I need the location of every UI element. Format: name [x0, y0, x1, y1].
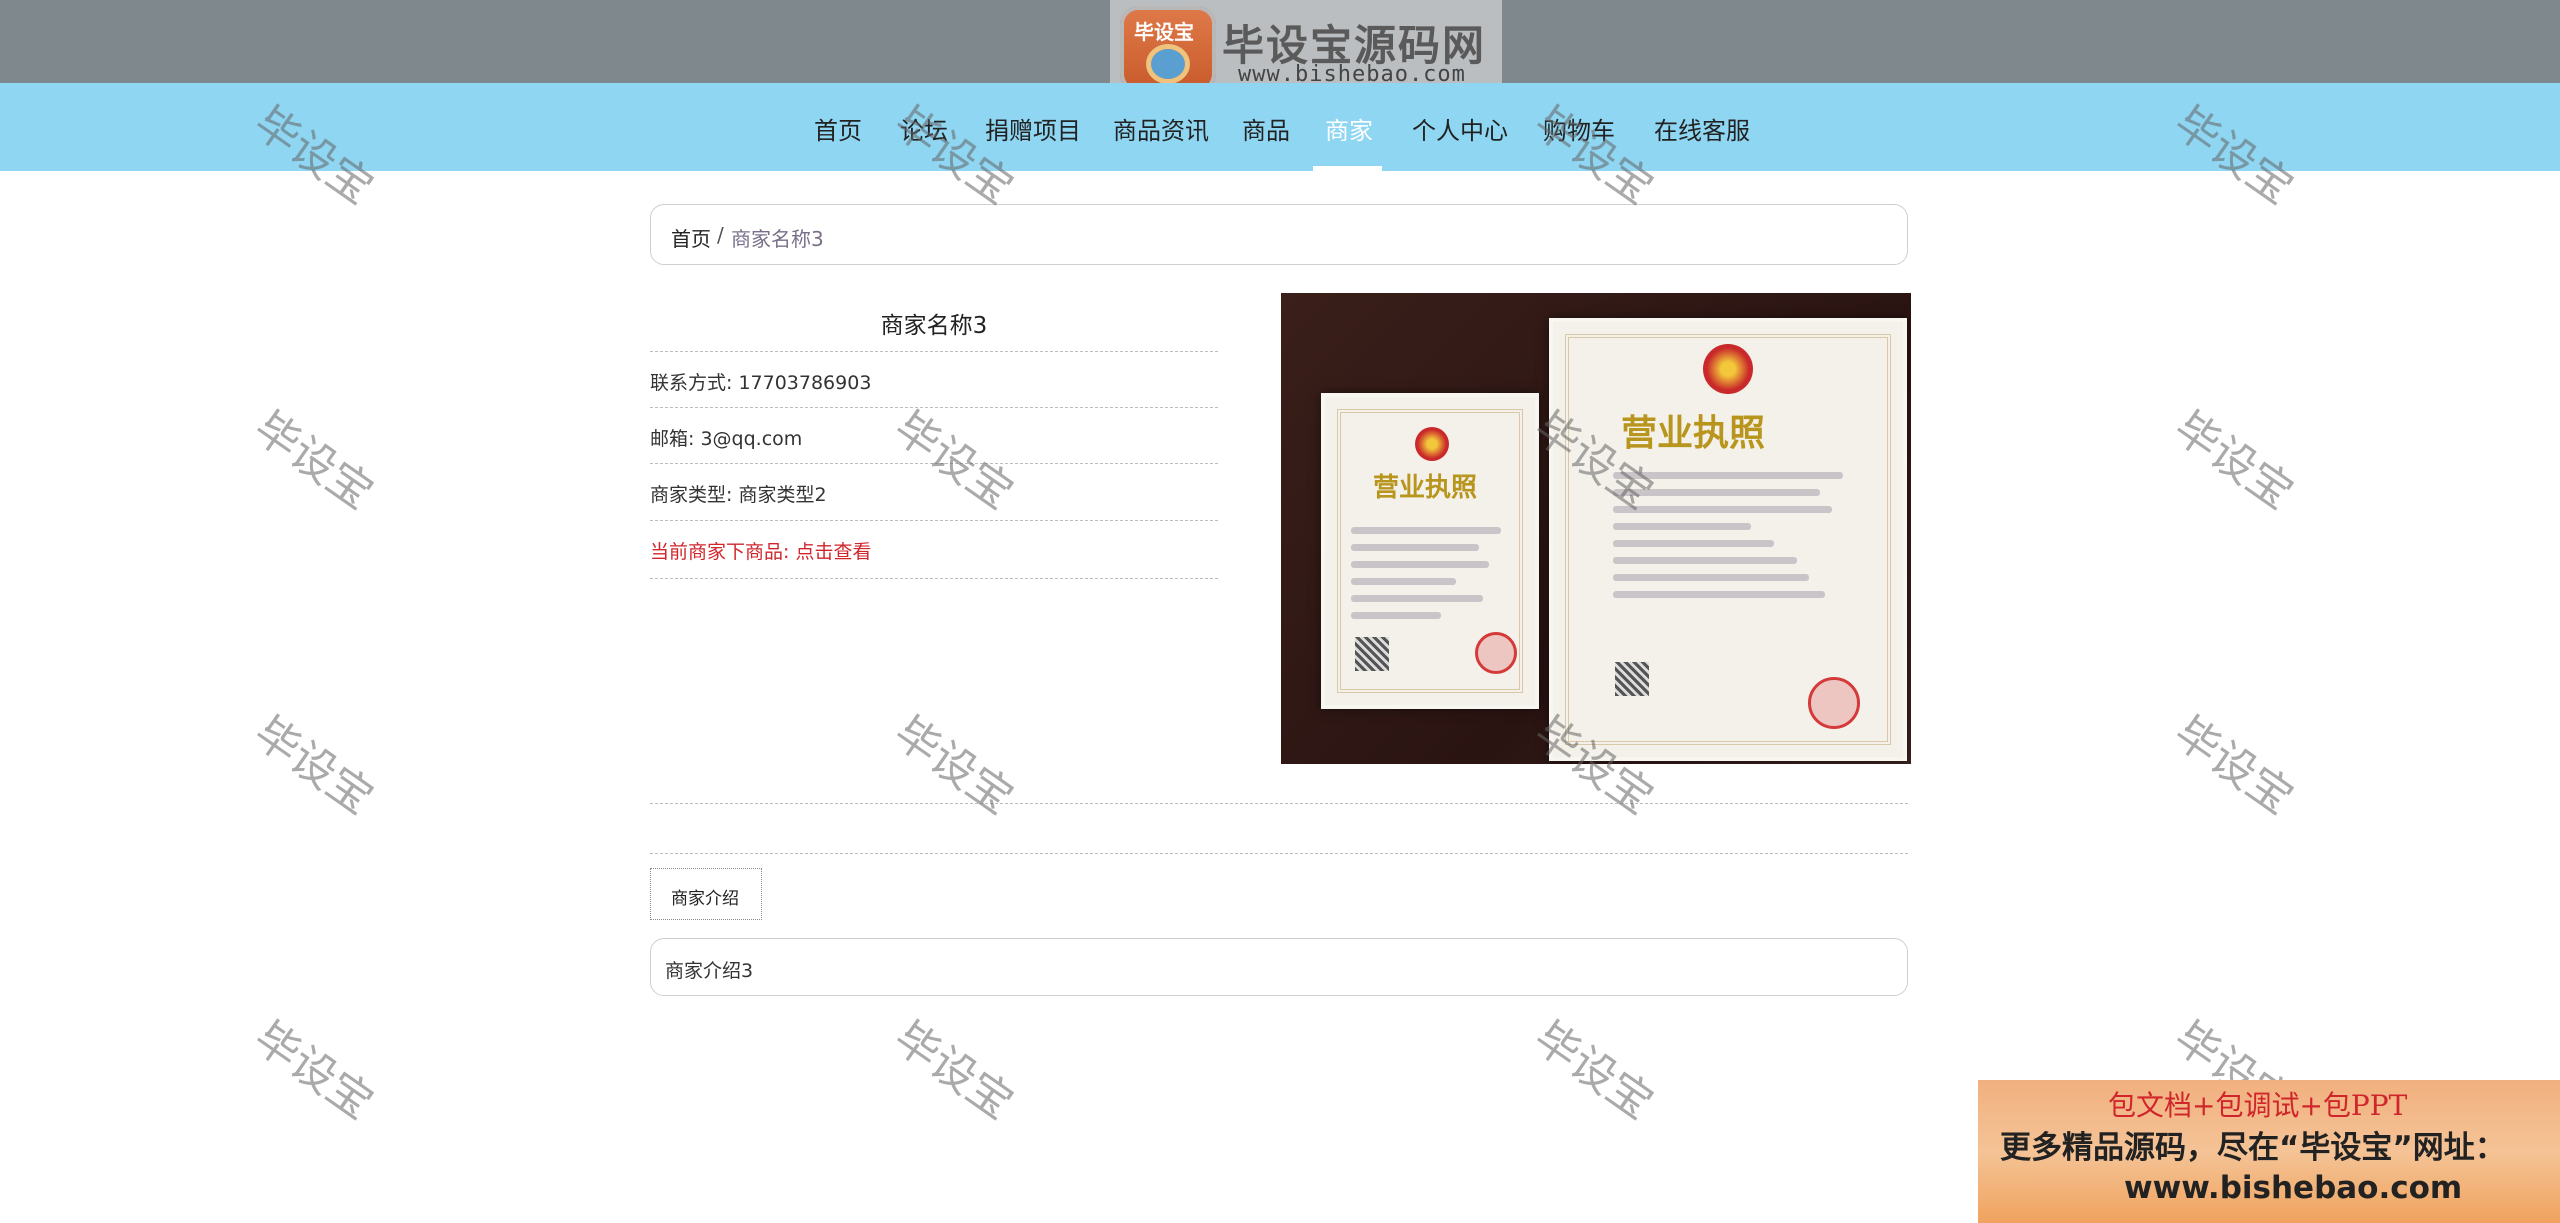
- certificate-title: 营业执照: [1621, 412, 1766, 454]
- breadcrumb-separator: /: [717, 223, 724, 247]
- nav-item-profile[interactable]: 个人中心: [1412, 111, 1508, 146]
- breadcrumb-current: 商家名称3: [731, 227, 824, 251]
- blurred-text: [1613, 472, 1843, 608]
- merchant-email: 邮箱: 3@qq.com: [650, 428, 803, 450]
- ad-line-services: 包文档+包调试+包PPT: [2108, 1089, 2408, 1122]
- certificate-title: 营业执照: [1373, 473, 1478, 503]
- ad-banner[interactable]: 包文档+包调试+包PPT 更多精品源码，尽在“毕设宝”网址： www.bishe…: [1978, 1080, 2560, 1223]
- watermark: 毕设宝: [884, 706, 1023, 825]
- ad-line-url: www.bishebao.com: [2124, 1170, 2463, 1206]
- nav-item-cart[interactable]: 购物车: [1543, 111, 1615, 146]
- page: 毕设宝 毕设宝源码网 www.bishebao.com 首页 论坛 捐赠项目 商…: [0, 0, 2560, 1223]
- watermark: 毕设宝: [244, 706, 383, 825]
- seal-icon: [1808, 677, 1860, 729]
- nav-item-home[interactable]: 首页: [814, 111, 862, 146]
- merchant-contact-row: 联系方式: 17703786903: [650, 351, 1218, 407]
- watermark: 毕设宝: [884, 1011, 1023, 1130]
- business-license-image: 营业执照 营业执照: [1281, 293, 1911, 764]
- breadcrumb-home[interactable]: 首页: [671, 223, 711, 252]
- watermark: 毕设宝: [1524, 1011, 1663, 1130]
- merchant-products-link[interactable]: 当前商家下商品: 点击查看: [650, 537, 871, 564]
- main-nav: 首页 论坛 捐赠项目 商品资讯 商品 商家 个人中心 购物车 在线客服: [0, 83, 2560, 171]
- merchant-products-row: 当前商家下商品: 点击查看: [650, 520, 1218, 576]
- national-emblem-icon: [1703, 344, 1753, 394]
- qr-code-icon: [1615, 662, 1649, 696]
- merchant-intro-panel: 商家介绍3: [650, 938, 1908, 996]
- nav-item-product-news[interactable]: 商品资讯: [1113, 111, 1209, 146]
- nav-item-customer-service[interactable]: 在线客服: [1654, 111, 1750, 146]
- merchant-contact: 联系方式: 17703786903: [650, 372, 872, 394]
- top-header: 毕设宝 毕设宝源码网 www.bishebao.com: [0, 0, 2560, 100]
- logo-emblem-text: 毕设宝: [1134, 20, 1194, 44]
- license-certificate-small: 营业执照: [1321, 393, 1539, 709]
- section-divider: [650, 853, 1908, 854]
- tab-merchant-intro[interactable]: 商家介绍: [650, 868, 762, 920]
- license-certificate-large: 营业执照: [1549, 318, 1907, 761]
- ad-line-slogan: 更多精品源码，尽在“毕设宝”网址：: [2000, 1130, 2506, 1166]
- tab-label: 商家介绍: [671, 889, 739, 909]
- blurred-text: [1351, 527, 1501, 629]
- watermark: 毕设宝: [2164, 706, 2303, 825]
- nav-item-merchants[interactable]: 商家: [1325, 111, 1373, 146]
- logo-circle-icon: [1146, 44, 1190, 84]
- merchant-name: 商家名称3: [880, 313, 988, 339]
- info-divider: [650, 578, 1218, 579]
- nav-item-donation[interactable]: 捐赠项目: [985, 111, 1081, 146]
- logo-emblem-icon: 毕设宝: [1120, 6, 1216, 92]
- seal-icon: [1475, 632, 1517, 674]
- national-emblem-icon: [1415, 427, 1449, 461]
- nav-item-products[interactable]: 商品: [1242, 111, 1290, 146]
- merchant-type: 商家类型: 商家类型2: [650, 484, 827, 506]
- section-divider: [650, 803, 1908, 804]
- breadcrumb: 首页 / 商家名称3: [650, 204, 1908, 265]
- watermark: 毕设宝: [2164, 401, 2303, 520]
- nav-list: 首页 论坛 捐赠项目 商品资讯 商品 商家 个人中心 购物车 在线客服: [0, 83, 2560, 171]
- nav-active-indicator: [1313, 166, 1382, 171]
- qr-code-icon: [1355, 637, 1389, 671]
- merchant-intro-text: 商家介绍3: [665, 960, 754, 982]
- watermark: 毕设宝: [244, 1011, 383, 1130]
- watermark: 毕设宝: [244, 401, 383, 520]
- merchant-email-row: 邮箱: 3@qq.com: [650, 407, 1218, 463]
- nav-item-forum[interactable]: 论坛: [900, 111, 948, 146]
- merchant-type-row: 商家类型: 商家类型2: [650, 463, 1218, 519]
